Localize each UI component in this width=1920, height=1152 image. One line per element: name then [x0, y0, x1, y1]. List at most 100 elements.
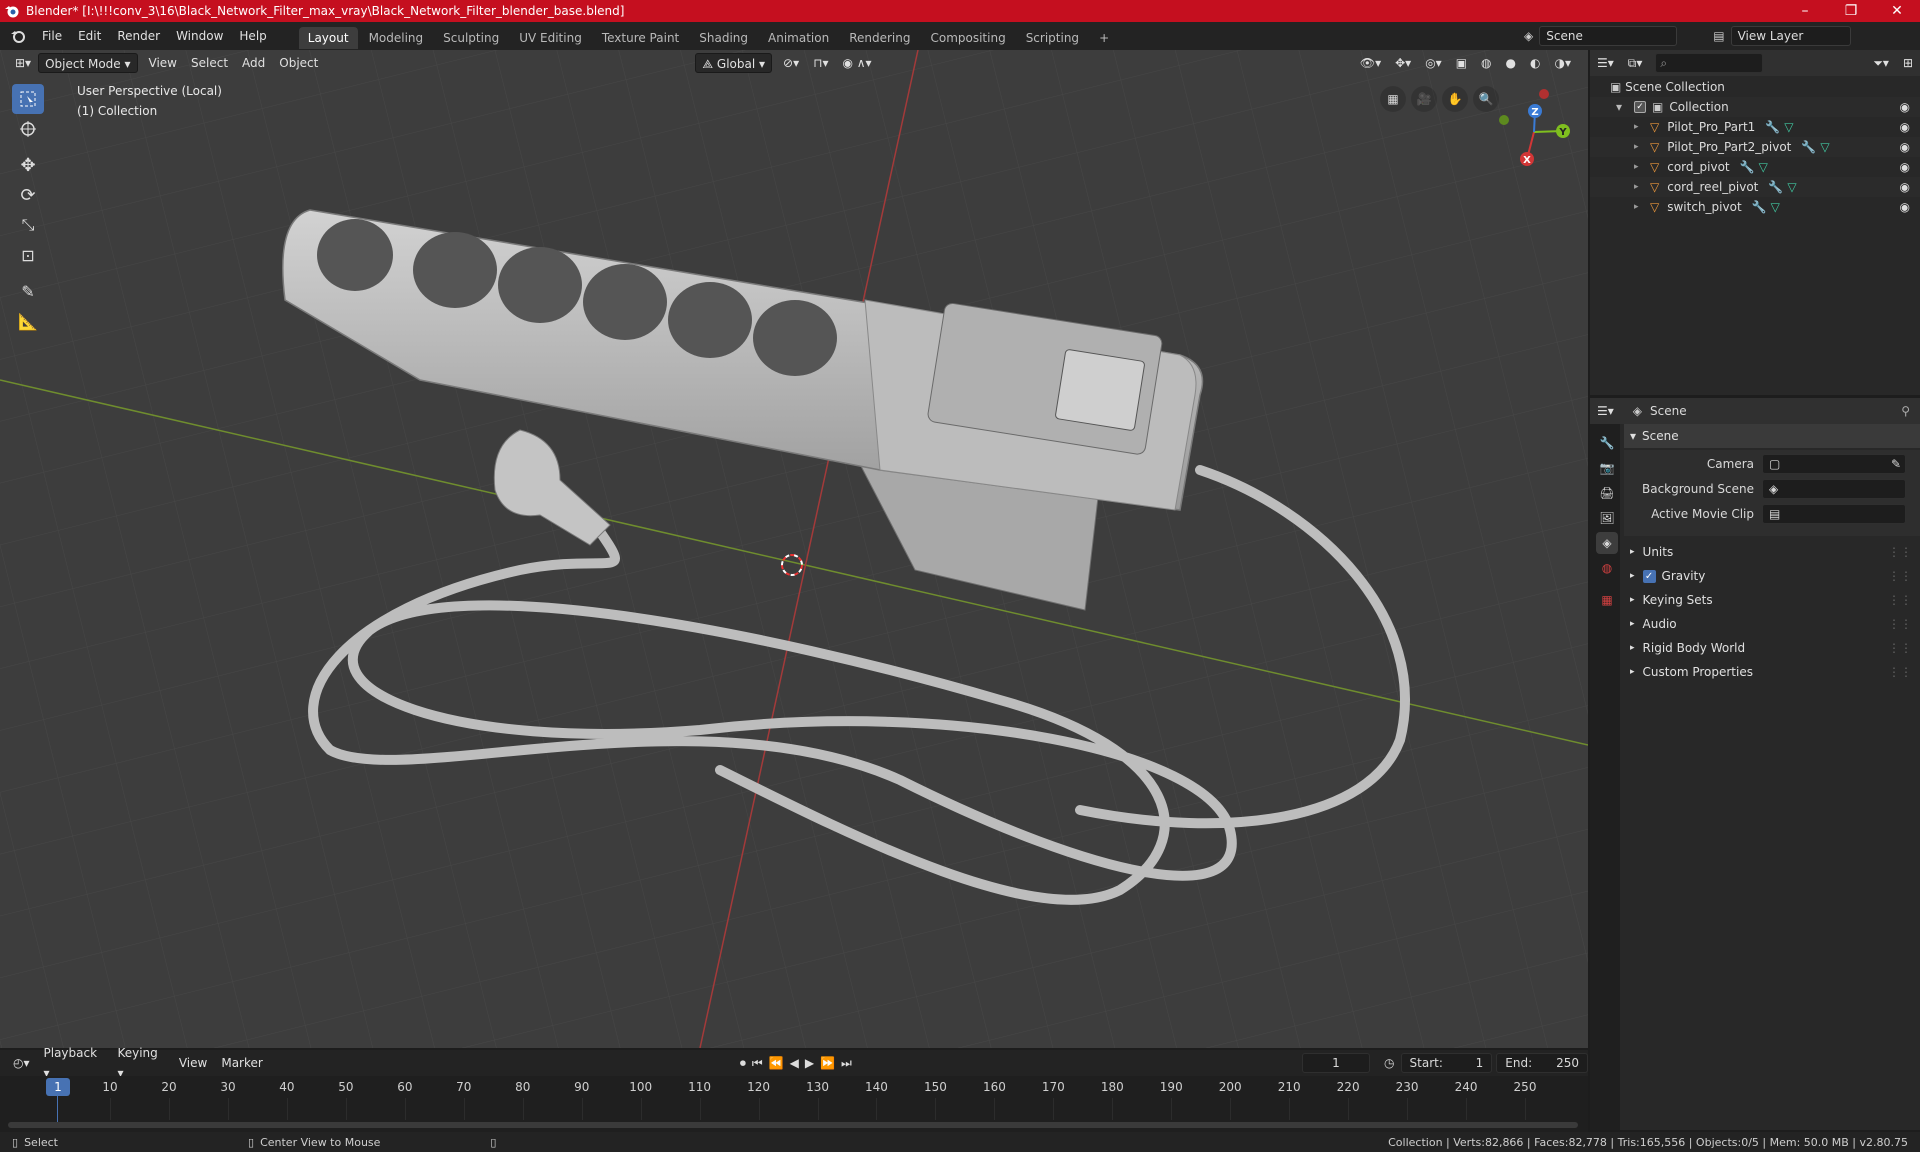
- end-frame-field[interactable]: End: 250: [1496, 1053, 1589, 1073]
- outliner-search-input[interactable]: ⌕: [1655, 53, 1764, 73]
- modifier-wrench-icon[interactable]: 🔧: [1752, 197, 1767, 217]
- eye-icon[interactable]: ◉: [1900, 197, 1910, 217]
- gizmo-toggle-icon[interactable]: ✥▾: [1388, 53, 1418, 73]
- timeline-menu-view[interactable]: View: [172, 1053, 214, 1073]
- outliner-item[interactable]: ▸ ▽ Pilot_Pro_Part1 🔧 ▽ ◉: [1590, 117, 1920, 137]
- blender-menu-icon[interactable]: [8, 28, 28, 44]
- visibility-icon[interactable]: 👁▾: [1353, 53, 1388, 73]
- timeline-editor-icon[interactable]: ◴▾: [6, 1053, 37, 1073]
- drag-handle-icon[interactable]: ⋮⋮: [1888, 564, 1912, 588]
- camera-field[interactable]: ▢ ✎: [1762, 454, 1906, 474]
- mesh-data-icon[interactable]: ▽: [1820, 137, 1829, 157]
- eye-icon[interactable]: ◉: [1900, 157, 1910, 177]
- menu-file[interactable]: File: [34, 22, 70, 50]
- eye-icon[interactable]: ◉: [1900, 97, 1910, 117]
- collapse-arrow-icon[interactable]: ▾: [1616, 97, 1628, 117]
- close-button[interactable]: ✕: [1874, 0, 1920, 22]
- viewport-menu-add[interactable]: Add: [235, 53, 272, 73]
- cursor-tool[interactable]: [12, 114, 44, 144]
- proportional-edit-icon[interactable]: ◉ ∧▾: [835, 53, 878, 73]
- mesh-data-icon[interactable]: ▽: [1771, 197, 1780, 217]
- outliner-item[interactable]: ▸ ▽ switch_pivot 🔧 ▽ ◉: [1590, 197, 1920, 217]
- modifier-wrench-icon[interactable]: 🔧: [1765, 117, 1780, 137]
- editor-type-icon[interactable]: ⊞▾: [8, 53, 38, 73]
- outliner-item[interactable]: ▸ ▽ cord_reel_pivot 🔧 ▽ ◉: [1590, 177, 1920, 197]
- view-layer-selector[interactable]: View Layer: [1730, 26, 1851, 46]
- shading-rendered-icon[interactable]: ◑▾: [1548, 53, 1579, 73]
- scene-selector[interactable]: Scene: [1539, 26, 1678, 46]
- rotate-tool[interactable]: ⟳: [12, 180, 44, 210]
- outliner-item[interactable]: ▸ ▽ cord_pivot 🔧 ▽ ◉: [1590, 157, 1920, 177]
- expand-arrow-icon[interactable]: ▸: [1634, 137, 1646, 157]
- expand-arrow-icon[interactable]: ▸: [1634, 157, 1646, 177]
- orientation-selector[interactable]: ⟁ Global ▾: [695, 53, 773, 73]
- mode-selector[interactable]: Object Mode ▾: [38, 53, 138, 73]
- mesh-data-icon[interactable]: ▽: [1759, 157, 1768, 177]
- scale-tool[interactable]: ⤡: [12, 210, 44, 240]
- 3d-viewport[interactable]: ⊞▾ Object Mode ▾ View Select Add Object …: [0, 50, 1588, 1048]
- viewport-menu-select[interactable]: Select: [184, 53, 235, 73]
- record-icon[interactable]: ⏺: [740, 1056, 746, 1071]
- eye-icon[interactable]: ◉: [1900, 177, 1910, 197]
- timeline-scrollbar[interactable]: [8, 1122, 1578, 1128]
- snap-icon[interactable]: ⊓▾: [806, 53, 835, 73]
- tab-render[interactable]: 📷: [1596, 457, 1618, 479]
- filter-icon[interactable]: ⏷▾: [1866, 53, 1896, 73]
- tab-sculpting[interactable]: Sculpting: [434, 27, 508, 49]
- properties-editor-icon[interactable]: ☰▾: [1590, 401, 1621, 421]
- drag-handle-icon[interactable]: ⋮⋮: [1888, 588, 1912, 612]
- eye-icon[interactable]: ◉: [1900, 117, 1910, 137]
- move-tool[interactable]: ✥: [12, 150, 44, 180]
- outliner-collection[interactable]: ▾ ✓ ▣ Collection ◉: [1590, 97, 1920, 117]
- timeline-editor[interactable]: ◴▾ Playback ▾ Keying ▾ View Marker ⏺ ⏮ ⏪…: [0, 1046, 1589, 1132]
- drag-handle-icon[interactable]: ⋮⋮: [1888, 636, 1912, 660]
- overlay-toggle-icon[interactable]: ◎▾: [1418, 53, 1449, 73]
- tab-modeling[interactable]: Modeling: [360, 27, 433, 49]
- timeline-menu-marker[interactable]: Marker: [214, 1053, 269, 1073]
- outliner-display-mode-icon[interactable]: ⧉▾: [1621, 53, 1650, 73]
- modifier-wrench-icon[interactable]: 🔧: [1740, 157, 1755, 177]
- outliner-item[interactable]: ▸ ▽ Pilot_Pro_Part2_pivot 🔧 ▽ ◉: [1590, 137, 1920, 157]
- scene-panel-header[interactable]: ▾ Scene: [1624, 424, 1920, 448]
- subpanel-header[interactable]: ▸ Rigid Body World ⋮⋮: [1624, 636, 1920, 660]
- eyedropper-icon[interactable]: ✎: [1891, 457, 1901, 471]
- restore-button[interactable]: ❐: [1828, 0, 1874, 22]
- pivot-icon[interactable]: ⊘▾: [776, 53, 806, 73]
- tab-view-layer[interactable]: 🖼: [1596, 507, 1618, 529]
- play-icon[interactable]: ▶: [805, 1056, 814, 1070]
- tab-texture[interactable]: ▦: [1596, 589, 1618, 611]
- expand-arrow-icon[interactable]: ▸: [1634, 177, 1646, 197]
- minimize-button[interactable]: –: [1782, 0, 1828, 22]
- jump-start-icon[interactable]: ⏮: [752, 1056, 763, 1071]
- expand-arrow-icon[interactable]: ▸: [1634, 117, 1646, 137]
- gravity-checkbox[interactable]: ✓: [1642, 569, 1656, 583]
- tab-texture-paint[interactable]: Texture Paint: [593, 27, 688, 49]
- tab-output[interactable]: 🖨: [1596, 482, 1618, 504]
- shading-wireframe-icon[interactable]: ◍: [1474, 53, 1498, 73]
- tab-uv-editing[interactable]: UV Editing: [510, 27, 591, 49]
- subpanel-header[interactable]: ▸ Custom Properties ⋮⋮: [1624, 660, 1920, 684]
- view-layer-icon[interactable]: ▤: [1713, 29, 1724, 43]
- shading-material-icon[interactable]: ◐: [1523, 53, 1547, 73]
- axis-gizmo[interactable]: X Y Z: [1490, 86, 1570, 166]
- mesh-data-icon[interactable]: ▽: [1787, 177, 1796, 197]
- modifier-wrench-icon[interactable]: 🔧: [1801, 137, 1816, 157]
- timeline-track[interactable]: 10 20 30 40 50 60 70 80 90 100 110 120 130 140 150 160 1…: [0, 1076, 1588, 1132]
- grid-view-icon[interactable]: ▦: [1380, 86, 1406, 112]
- tab-layout[interactable]: Layout: [298, 26, 358, 49]
- outliner-scene-collection[interactable]: ▣ Scene Collection: [1590, 77, 1920, 97]
- xray-toggle-icon[interactable]: ▣: [1449, 53, 1474, 73]
- modifier-wrench-icon[interactable]: 🔧: [1768, 177, 1783, 197]
- background-scene-field[interactable]: ◈: [1762, 479, 1906, 499]
- mesh-data-icon[interactable]: ▽: [1784, 117, 1793, 137]
- eye-icon[interactable]: ◉: [1900, 137, 1910, 157]
- drag-handle-icon[interactable]: ⋮⋮: [1888, 660, 1912, 684]
- collection-checkbox[interactable]: ✓: [1634, 101, 1646, 113]
- tab-animation[interactable]: Animation: [759, 27, 838, 49]
- menu-window[interactable]: Window: [168, 22, 231, 50]
- menu-help[interactable]: Help: [231, 22, 274, 50]
- tab-compositing[interactable]: Compositing: [921, 27, 1014, 49]
- camera-view-icon[interactable]: 🎥: [1411, 86, 1437, 112]
- pin-icon[interactable]: ⚲: [1901, 404, 1910, 418]
- add-workspace-button[interactable]: +: [1090, 27, 1118, 49]
